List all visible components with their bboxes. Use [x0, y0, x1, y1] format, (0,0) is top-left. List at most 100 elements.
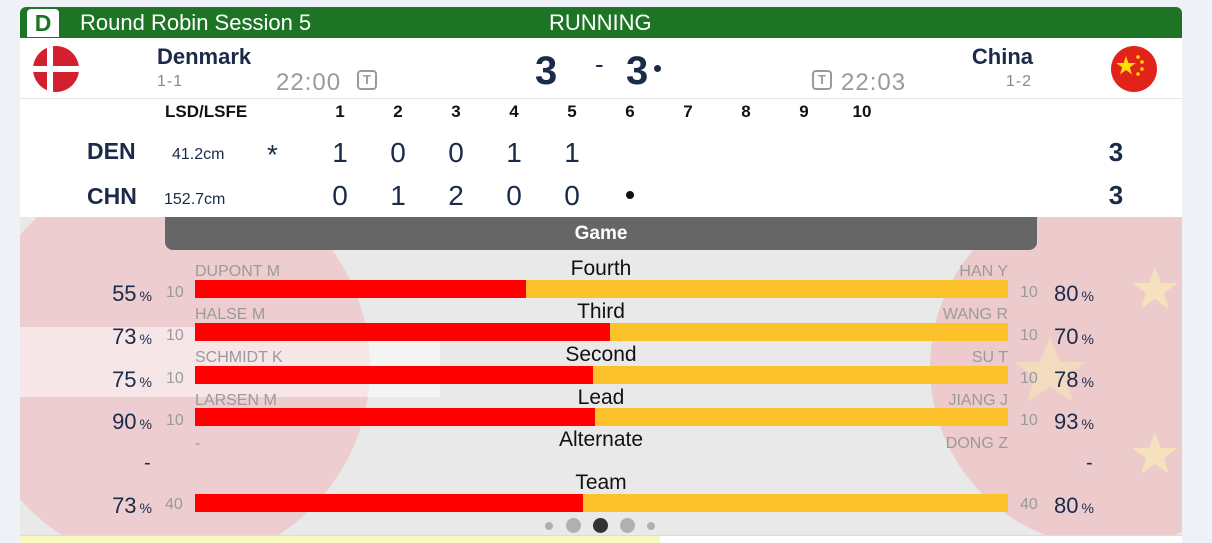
pct-right: 70% [1054, 324, 1094, 349]
shots-right: 10 [1020, 284, 1038, 301]
left-fill [195, 323, 611, 341]
time-remaining-left: 22:00 [276, 69, 342, 96]
highlight-strip [20, 535, 660, 543]
team-record-right: 1-2 [1005, 73, 1032, 90]
end-header: 3 [451, 102, 461, 121]
player-name-left: SCHMIDT K [195, 349, 283, 366]
timeout-icon-right: T [812, 70, 832, 90]
left-fill [195, 494, 583, 512]
shots-left: 10 [166, 284, 184, 301]
left-fill [195, 408, 595, 426]
pct-right: - [1086, 452, 1093, 474]
team-record-left: 1-1 [157, 73, 184, 90]
end-header: 2 [393, 102, 403, 121]
position-label: Third [577, 300, 625, 323]
pct-right: 80% [1054, 493, 1094, 518]
end-header: 9 [799, 102, 809, 121]
position-label: Second [565, 343, 637, 366]
pct-left: - [144, 452, 151, 474]
end-header: 5 [567, 102, 577, 121]
player-name-right: DONG Z [945, 435, 1008, 452]
left-fill [195, 366, 594, 384]
end-header: 4 [509, 102, 519, 121]
score-left: 3 [535, 49, 558, 93]
den-end-score: 1 [564, 137, 580, 168]
chn-end-score: 0 [332, 180, 348, 211]
page-dot-active[interactable] [593, 518, 608, 533]
position-label: Fourth [570, 257, 632, 280]
comparison-bar [195, 408, 1008, 426]
player-name-left: - [195, 435, 201, 452]
denmark-flag-icon [33, 46, 79, 92]
lsd-chn: 152.7cm [164, 191, 226, 208]
sheet-badge: D [27, 9, 59, 37]
comparison-bar [195, 323, 1008, 341]
page-dot[interactable] [545, 522, 553, 530]
team-name-left: Denmark [157, 44, 252, 69]
shots-left: 10 [166, 370, 184, 387]
page-dot[interactable] [566, 518, 581, 533]
shots-left: 10 [166, 412, 184, 429]
shots-left: 40 [165, 496, 183, 513]
den-end-score: 1 [506, 137, 522, 168]
score-right: 3 [626, 49, 649, 93]
shots-right: 10 [1020, 327, 1038, 344]
pct-left: 75% [112, 367, 152, 392]
pct-left: 90% [112, 409, 152, 434]
shots-right: 10 [1020, 370, 1038, 387]
chn-end-score: 0 [506, 180, 522, 211]
player-name-right: HAN Y [959, 263, 1008, 280]
score-separator: - [595, 49, 604, 79]
position-label: Alternate [558, 428, 644, 451]
end-header: 10 [852, 102, 872, 121]
end-header: 8 [741, 102, 751, 121]
pct-left: 73% [112, 493, 152, 518]
pct-left: 55% [112, 281, 152, 306]
den-end-score: 0 [390, 137, 406, 168]
den-total: 3 [1108, 137, 1124, 167]
shots-right: 40 [1020, 496, 1038, 513]
den-end-score: 1 [332, 137, 348, 168]
player-name-left: HALSE M [195, 306, 266, 323]
page-dot[interactable] [620, 518, 635, 533]
timeout-icon-left: T [357, 70, 377, 90]
shots-right: 10 [1020, 412, 1038, 429]
hammer-indicator [654, 65, 661, 72]
player-name-left: DUPONT M [195, 263, 281, 280]
team-abbr-den: DEN [87, 138, 136, 164]
den-end-score: 0 [448, 137, 464, 168]
session-title: Round Robin Session 5 [80, 10, 312, 35]
pct-right: 78% [1054, 367, 1094, 392]
lsd-den: 41.2cm [172, 146, 225, 163]
end-header: 7 [683, 102, 693, 121]
chn-total: 3 [1108, 180, 1124, 210]
shots-left: 10 [166, 327, 184, 344]
page-dot[interactable] [647, 522, 655, 530]
comparison-bar [195, 280, 1008, 298]
time-remaining-right: 22:03 [841, 69, 907, 96]
pct-right: 93% [1054, 409, 1094, 434]
lsd-header: LSD/LSFE [165, 102, 248, 121]
chn-end-score: 2 [448, 180, 464, 211]
comparison-bar [195, 494, 1008, 512]
comparison-bar [195, 366, 1008, 384]
hammer-dot [626, 191, 634, 199]
position-label: Lead [577, 386, 625, 409]
end-header: 1 [335, 102, 345, 121]
left-fill [195, 280, 526, 298]
bottom-divider [20, 535, 1182, 536]
position-label: Team [575, 471, 627, 494]
player-name-right: SU T [971, 349, 1008, 366]
tab-game[interactable]: Game [165, 217, 1037, 250]
china-flag-icon [1111, 46, 1157, 92]
end-header: 6 [625, 102, 635, 121]
chn-end-score: 0 [564, 180, 580, 211]
lsfe-marker: * [267, 139, 278, 170]
player-name-right: WANG R [942, 306, 1008, 323]
game-status: RUNNING [549, 10, 652, 35]
pct-left: 73% [112, 324, 152, 349]
scoreboard-card: D Round Robin Session 5 RUNNING Denmark … [20, 7, 1182, 543]
header-divider [20, 98, 1182, 99]
pct-right: 80% [1054, 281, 1094, 306]
chn-end-score: 1 [390, 180, 406, 211]
